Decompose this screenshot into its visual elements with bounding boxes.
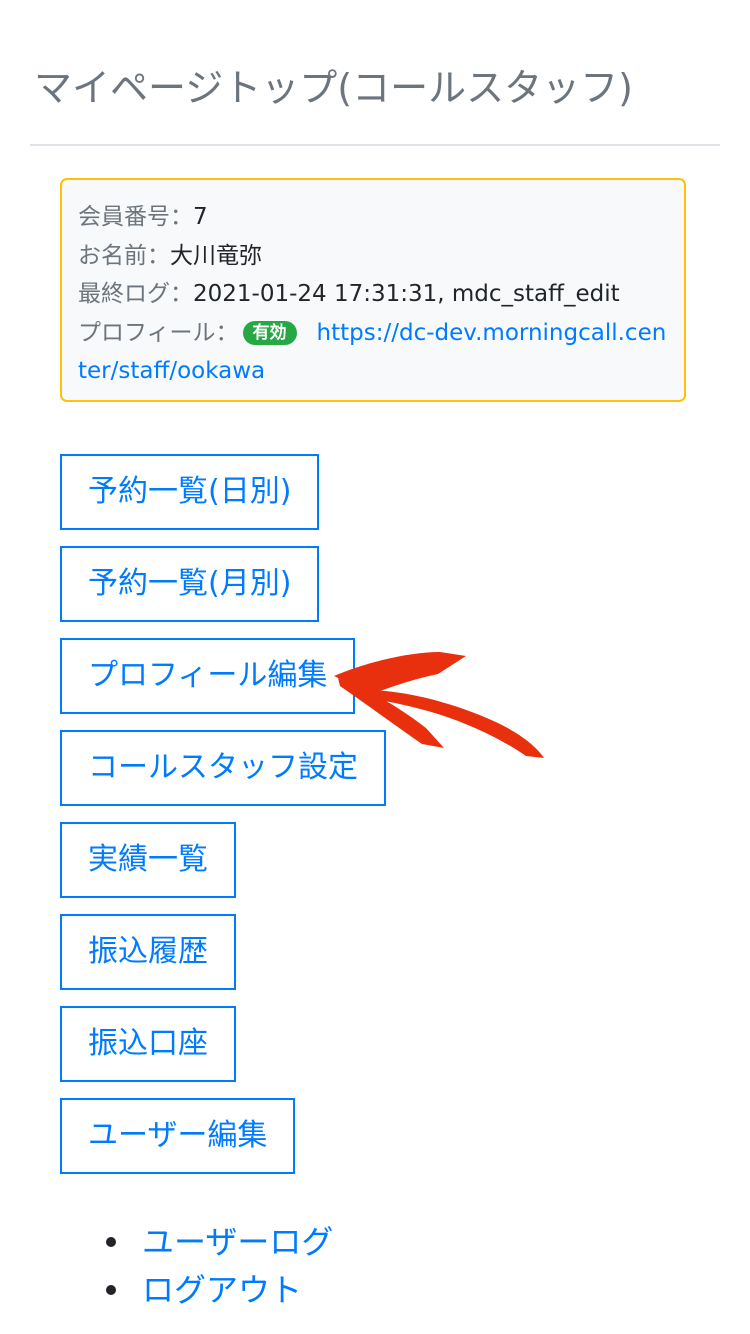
- member-info-card: 会員番号：7 お名前：大川竜弥 最終ログ：2021-01-24 17:31:31…: [60, 178, 686, 402]
- member-name-row: お名前：大川竜弥: [78, 237, 668, 276]
- user-edit-button[interactable]: ユーザー編集: [60, 1098, 296, 1174]
- logout-link[interactable]: ログアウト: [142, 1271, 302, 1309]
- bank-account-button[interactable]: 振込口座: [60, 1006, 236, 1082]
- transfer-history-button[interactable]: 振込履歴: [60, 914, 236, 990]
- member-name-value: 大川竜弥: [170, 242, 262, 269]
- list-item: ユーザーログ: [0, 1218, 333, 1266]
- list-item: ログアウト: [0, 1266, 333, 1314]
- member-number-row: 会員番号：7: [78, 198, 668, 237]
- call-staff-settings-button[interactable]: コールスタッフ設定: [60, 730, 386, 806]
- bullet-icon: [106, 1285, 116, 1295]
- title-divider: [30, 144, 720, 146]
- member-number-label: 会員番号：: [78, 204, 193, 230]
- last-log-row: 最終ログ：2021-01-24 17:31:31, mdc_staff_edit: [78, 275, 668, 314]
- bullet-icon: [106, 1237, 116, 1247]
- member-name-label: お名前：: [78, 242, 170, 269]
- reservation-list-daily-button[interactable]: 予約一覧(日別): [60, 454, 320, 530]
- reservation-list-monthly-button[interactable]: 予約一覧(月別): [60, 546, 320, 622]
- performance-list-button[interactable]: 実績一覧: [60, 822, 236, 898]
- profile-row: プロフィール： 有効 https://dc-dev.morningcall.cent…: [78, 314, 668, 391]
- profile-label: プロフィール：: [78, 319, 239, 346]
- profile-status-badge: 有効: [242, 320, 297, 345]
- member-number-value: 7: [193, 204, 208, 230]
- profile-edit-button[interactable]: プロフィール編集: [60, 638, 356, 714]
- last-log-label: 最終ログ：: [78, 281, 193, 307]
- last-log-value: 2021-01-24 17:31:31, mdc_staff_edit: [193, 281, 620, 307]
- user-log-link[interactable]: ユーザーログ: [142, 1223, 333, 1261]
- footer-link-list: ユーザーログ ログアウト: [0, 1218, 333, 1314]
- page-title: マイページトップ(コールスタッフ): [34, 66, 633, 110]
